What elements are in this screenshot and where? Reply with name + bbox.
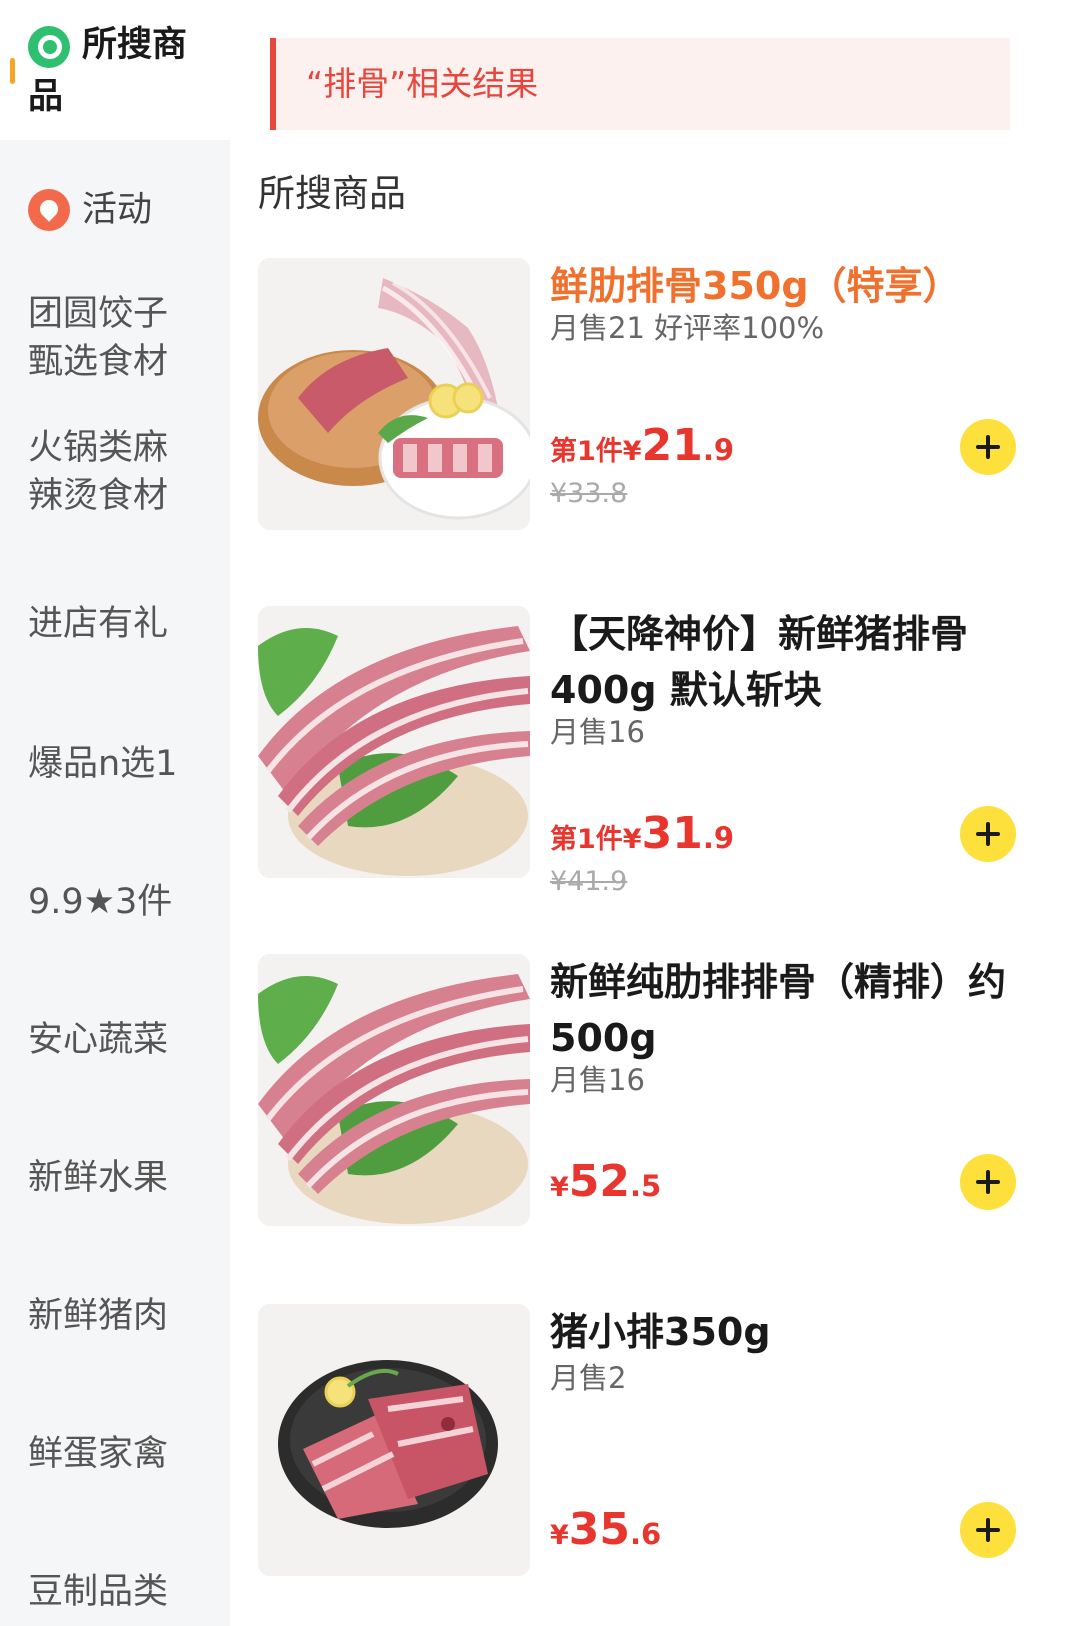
add-to-cart-button[interactable]	[960, 1502, 1016, 1558]
price-integer: 31	[641, 808, 703, 859]
search-result-text: “排骨”相关结果	[306, 64, 539, 103]
sidebar-item-dumplings[interactable]: 团圆饺子 甄选食材	[0, 286, 230, 390]
banner-accent-bar	[270, 38, 276, 130]
price-prefix: 第1件¥	[550, 436, 642, 467]
product-sales: 月售16	[550, 1063, 645, 1097]
section-title: 所搜商品	[258, 172, 406, 215]
sidebar-item-pork[interactable]: 新鲜猪肉	[0, 1290, 230, 1342]
price-decimal: .9	[702, 433, 735, 467]
product-image[interactable]	[258, 1304, 530, 1576]
price-prefix: ¥	[550, 1520, 569, 1551]
sidebar-item-label: 安心蔬菜	[28, 1020, 169, 1060]
add-to-cart-button[interactable]	[960, 806, 1016, 862]
price-prefix: 第1件¥	[550, 824, 642, 855]
add-to-cart-button[interactable]	[960, 419, 1016, 475]
sidebar-item-three-for-9-9[interactable]: 9.9★3件	[0, 876, 230, 928]
product-price: ¥ 52 .5	[550, 1156, 661, 1207]
sidebar-item-hot-pick[interactable]: 爆品n选1	[0, 738, 230, 790]
sidebar-item-label: 豆制品类	[28, 1572, 169, 1612]
product-name[interactable]: 新鲜纯肋排排骨（精排）约500g	[550, 954, 1030, 1066]
pork-ribs-image	[258, 1304, 530, 1576]
location-pin-icon	[28, 189, 70, 231]
pork-ribs-image	[258, 606, 530, 878]
add-to-cart-button[interactable]	[960, 1154, 1016, 1210]
price-integer: 52	[568, 1156, 631, 1207]
product-image[interactable]	[258, 606, 530, 878]
product-name[interactable]: 【天降神价】新鲜猪排骨400g 默认斩块	[550, 606, 1030, 718]
product-list-panel: “排骨”相关结果 所搜商品 鲜肋排骨350g（特享） 月售21 好评率100% …	[230, 0, 1080, 1626]
product-card[interactable]: 猪小排350g 月售2 ¥ 35 .6	[258, 1304, 1048, 1584]
sidebar-item-searched-products[interactable]: 所搜商 品	[0, 0, 230, 140]
product-name[interactable]: 猪小排350g	[550, 1304, 1030, 1360]
category-sidebar: 所搜商 品 活动 团圆饺子 甄选食材 火锅类麻 辣烫食材 进店有礼 爆品n选1 …	[0, 0, 230, 1626]
pork-ribs-image	[258, 258, 530, 530]
sidebar-item-label: 新鲜猪肉	[28, 1296, 169, 1336]
sidebar-item-label: 辣烫食材	[28, 476, 169, 516]
sidebar-item-label: 进店有礼	[28, 604, 169, 644]
product-price: ¥ 35 .6	[550, 1504, 661, 1555]
sidebar-item-eggs-poultry[interactable]: 鲜蛋家禽	[0, 1428, 230, 1480]
product-image[interactable]	[258, 954, 530, 1226]
product-price: 第1件¥ 31 .9	[550, 808, 734, 859]
sidebar-item-label: 团圆饺子	[28, 294, 169, 334]
original-price: ¥41.9	[550, 866, 628, 897]
sidebar-item-tofu[interactable]: 豆制品类	[0, 1566, 230, 1618]
product-image[interactable]	[258, 258, 530, 530]
sidebar-item-activity[interactable]: 活动	[0, 180, 230, 240]
product-card[interactable]: 【天降神价】新鲜猪排骨400g 默认斩块 月售16 第1件¥ 31 .9 ¥41…	[258, 606, 1048, 897]
pork-ribs-image	[258, 954, 530, 1226]
price-integer: 35	[568, 1504, 631, 1555]
sidebar-item-hotpot[interactable]: 火锅类麻 辣烫食材	[0, 420, 230, 524]
product-card[interactable]: 新鲜纯肋排排骨（精排）约500g 月售16 ¥ 52 .5	[258, 954, 1048, 1234]
product-sales: 月售16	[550, 715, 645, 749]
product-name[interactable]: 鲜肋排骨350g（特享）	[550, 258, 1030, 314]
sidebar-item-label: 品	[28, 77, 64, 117]
price-decimal: .6	[630, 1517, 662, 1551]
price-prefix: ¥	[550, 1172, 569, 1203]
sidebar-item-label: 火锅类麻	[28, 428, 169, 468]
search-icon	[28, 26, 70, 68]
sidebar-item-vegetables[interactable]: 安心蔬菜	[0, 1014, 230, 1066]
search-result-banner: “排骨”相关结果	[270, 38, 1010, 130]
sidebar-item-fruits[interactable]: 新鲜水果	[0, 1152, 230, 1204]
sidebar-item-label: 所搜商	[82, 25, 188, 65]
product-price: 第1件¥ 21 .9	[550, 420, 734, 471]
original-price: ¥33.8	[550, 478, 628, 509]
price-decimal: .5	[630, 1169, 662, 1203]
sidebar-item-label: 9.9★3件	[28, 882, 173, 922]
product-card[interactable]: 鲜肋排骨350g（特享） 月售21 好评率100% 第1件¥ 21 .9 ¥33…	[258, 258, 1048, 538]
price-integer: 21	[641, 420, 703, 471]
product-sales: 月售2	[550, 1361, 627, 1395]
sidebar-item-label: 鲜蛋家禽	[28, 1434, 169, 1474]
sidebar-item-label: 活动	[82, 190, 153, 230]
sidebar-item-label: 甄选食材	[28, 342, 169, 382]
product-sales: 月售21 好评率100%	[550, 311, 825, 345]
sidebar-item-label: 爆品n选1	[28, 744, 178, 784]
active-indicator	[10, 58, 15, 84]
sidebar-item-label: 新鲜水果	[28, 1158, 169, 1198]
sidebar-item-store-gift[interactable]: 进店有礼	[0, 598, 230, 650]
price-decimal: .9	[702, 821, 735, 855]
